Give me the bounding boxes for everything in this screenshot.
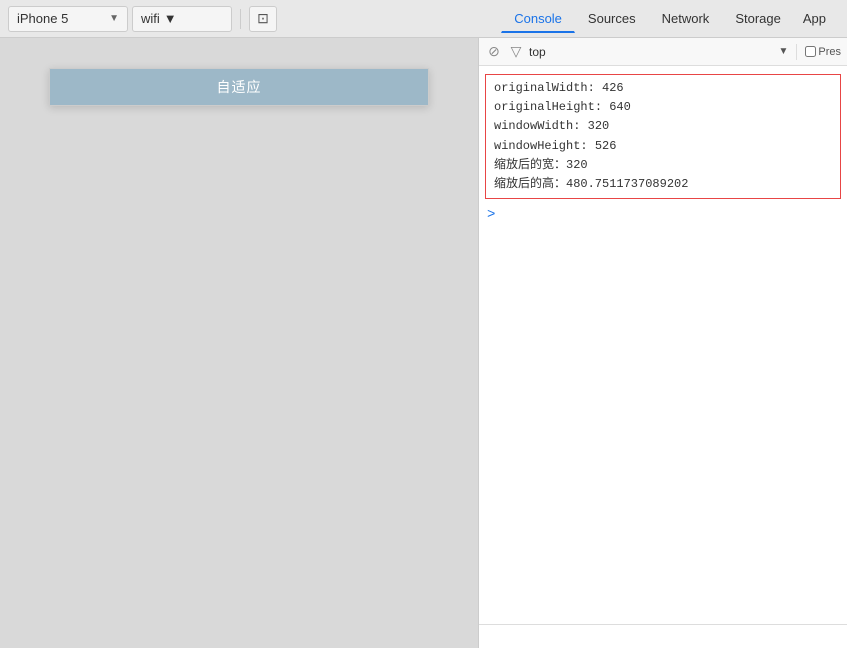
preserve-log-checkbox[interactable] bbox=[805, 46, 816, 57]
device-select[interactable]: iPhone 5 ▼ bbox=[8, 6, 128, 32]
log-line-4: windowHeight: 526 bbox=[492, 137, 834, 156]
tab-app[interactable]: App bbox=[794, 5, 835, 33]
no-entry-icon[interactable]: ⊘ bbox=[485, 43, 503, 61]
log-line-3: windowWidth: 320 bbox=[492, 117, 834, 136]
console-log-block: originalWidth: 426 originalHeight: 640 w… bbox=[485, 74, 841, 199]
console-input-area bbox=[479, 624, 847, 648]
device-preview: 自适应 刘学义 萧逸才 You... 青云志 bbox=[0, 38, 478, 648]
toolbar-separator bbox=[240, 9, 241, 29]
console-output: originalWidth: 426 originalHeight: 640 w… bbox=[479, 66, 847, 624]
log-line-5: 缩放后的宽：320 bbox=[492, 156, 834, 175]
filter-dropdown-arrow[interactable]: ▼ bbox=[778, 46, 788, 57]
phone-header: 自适应 bbox=[50, 69, 428, 105]
preserve-log-checkbox-label[interactable]: Pres bbox=[805, 46, 841, 58]
log-line-2: originalHeight: 640 bbox=[492, 98, 834, 117]
network-dropdown-arrow: ▼ bbox=[164, 11, 177, 26]
network-label: wifi bbox=[141, 11, 160, 26]
console-filter-bar: ⊘ ▽ ▼ Pres bbox=[479, 38, 847, 66]
devtools-panel: ⊘ ▽ ▼ Pres originalWidth: 426 originalHe… bbox=[478, 38, 847, 648]
console-prompt: > bbox=[479, 203, 847, 227]
device-label: iPhone 5 bbox=[17, 11, 68, 26]
prompt-arrow-icon: > bbox=[487, 207, 495, 223]
main-content: 自适应 刘学义 萧逸才 You... 青云志 bbox=[0, 38, 847, 648]
device-dropdown-arrow: ▼ bbox=[109, 13, 119, 24]
log-line-1: originalWidth: 426 bbox=[492, 79, 834, 98]
phone-frame: 自适应 刘学义 萧逸才 You... 青云志 bbox=[49, 68, 429, 106]
tab-storage[interactable]: Storage bbox=[722, 5, 794, 33]
toolbar: iPhone 5 ▼ wifi ▼ ⊡ Console Sources Netw… bbox=[0, 0, 847, 38]
log-line-6: 缩放后的高：480.7511737089202 bbox=[492, 175, 834, 194]
tab-network[interactable]: Network bbox=[649, 5, 723, 33]
tab-console[interactable]: Console bbox=[501, 5, 575, 33]
cursor-icon: ⊡ bbox=[257, 10, 269, 27]
cursor-tool-button[interactable]: ⊡ bbox=[249, 6, 277, 32]
tab-sources[interactable]: Sources bbox=[575, 5, 649, 33]
network-select[interactable]: wifi ▼ bbox=[132, 6, 232, 32]
filter-sep bbox=[796, 44, 797, 60]
console-filter-input[interactable] bbox=[529, 42, 774, 62]
filter-icon[interactable]: ▽ bbox=[507, 43, 525, 61]
